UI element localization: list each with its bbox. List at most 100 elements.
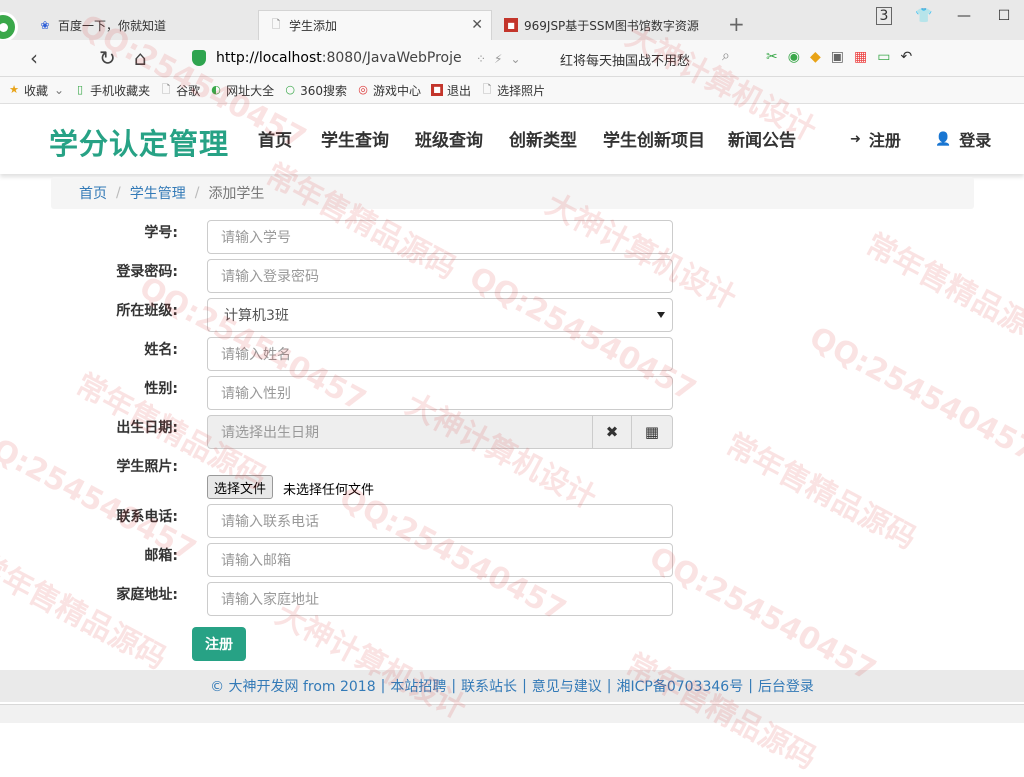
- register-submit-button[interactable]: 注册: [192, 627, 246, 661]
- tab-student-add[interactable]: 🗋 学生添加 ✕: [258, 10, 492, 40]
- password-input[interactable]: 请输入登录密码: [207, 259, 673, 293]
- breadcrumb-separator: /: [116, 185, 121, 201]
- browser-search-field[interactable]: 红将每天抽国战不用愁: [560, 50, 690, 69]
- bookmark-mobile[interactable]: ▯ 手机收藏夹: [74, 82, 150, 99]
- new-tab-icon[interactable]: +: [728, 12, 745, 36]
- phone-label: 联系电话:: [116, 509, 178, 525]
- bookmark-select-photo[interactable]: 🗋 选择照片: [481, 82, 545, 99]
- footer-divider: |: [380, 678, 386, 694]
- page-icon: 🗋: [271, 18, 281, 31]
- nav-innovation-project[interactable]: 学生创新项目: [603, 126, 705, 151]
- bookmark-favorites[interactable]: ★ 收藏 ⌄: [8, 82, 64, 99]
- reload-icon[interactable]: ↻: [99, 46, 116, 70]
- tab-label: 969JSP基于SSM图书馆数字资源: [524, 18, 699, 33]
- game-center-icon: ◎: [358, 83, 368, 96]
- site-footer: © 大神开发网 from 2018 | 本站招聘 | 联系站长 | 意见与建议 …: [0, 670, 1024, 702]
- user-icon: 👤: [935, 131, 952, 147]
- birthday-input[interactable]: 请选择出生日期: [207, 415, 593, 449]
- address-input[interactable]: 请输入家庭地址: [207, 582, 673, 616]
- bookmark-logout[interactable]: ■ 退出: [431, 82, 471, 99]
- class-select-value: 计算机3班: [224, 308, 289, 324]
- sign-in-icon: ➜: [850, 131, 861, 147]
- class-select[interactable]: 计算机3班: [207, 298, 673, 332]
- choose-file-button[interactable]: 选择文件: [207, 475, 274, 499]
- footer-link-contact[interactable]: 联系站长: [461, 676, 517, 696]
- secure-shield-icon: [192, 50, 206, 66]
- logout-favicon-icon: ■: [431, 84, 444, 96]
- birthday-picker: 请选择出生日期 ✖ ▦: [207, 415, 673, 449]
- name-input[interactable]: 请输入姓名: [207, 337, 673, 371]
- apps-icon[interactable]: ▦: [854, 49, 867, 65]
- close-icon[interactable]: ✕: [471, 17, 483, 33]
- battery-icon[interactable]: ▭: [877, 49, 890, 65]
- search-360-icon: ○: [285, 83, 295, 96]
- breadcrumb-home[interactable]: 首页: [79, 183, 107, 203]
- maximize-icon[interactable]: ☐: [984, 8, 1024, 24]
- caret-down-icon: [657, 312, 665, 318]
- site-brand[interactable]: 学分认定管理: [49, 121, 229, 163]
- game-icon[interactable]: ▣: [831, 49, 844, 65]
- clear-date-icon[interactable]: ✖: [592, 415, 632, 449]
- bookmark-360-search[interactable]: ○ 360搜索: [284, 82, 347, 99]
- page-icon: 🗋: [482, 83, 492, 96]
- gender-input[interactable]: 请输入性别: [207, 376, 673, 410]
- breadcrumb: 首页 / 学生管理 / 添加学生: [51, 177, 974, 209]
- back-icon[interactable]: ‹: [30, 46, 38, 70]
- login-link[interactable]: 👤 登录: [935, 127, 991, 151]
- home-icon[interactable]: ⌂: [134, 46, 147, 70]
- site-favicon-icon: ■: [504, 18, 518, 32]
- phone-input[interactable]: 请输入联系电话: [207, 504, 673, 538]
- minimize-icon[interactable]: —: [944, 8, 984, 24]
- student-no-label: 学号:: [144, 225, 178, 241]
- extension-icons: ✂ ◉ ◆ ▣ ▦ ▭ ↶: [766, 49, 912, 65]
- baidu-paw-icon: ❀: [40, 18, 50, 32]
- site-navbar: 学分认定管理 首页 学生查询 班级查询 创新类型 学生创新项目 新闻公告 ➜ 注册…: [0, 104, 1024, 174]
- window-controls: 3 👕 — ☐: [864, 7, 1024, 25]
- class-label: 所在班级:: [116, 303, 178, 319]
- translate-icon[interactable]: ◉: [788, 49, 800, 65]
- nav-innovation-type[interactable]: 创新类型: [509, 126, 577, 151]
- browser-status-bar: [0, 704, 1024, 723]
- calendar-icon[interactable]: ▦: [631, 415, 673, 449]
- tab-count-icon[interactable]: 3: [864, 7, 904, 25]
- star-icon: ★: [9, 83, 19, 96]
- nav-news[interactable]: 新闻公告: [728, 126, 796, 151]
- undo-icon[interactable]: ↶: [900, 49, 912, 65]
- globe-icon: ◐: [211, 83, 221, 96]
- address-bar-row: ‹ ↻ ⌂ http://localhost:8080/JavaWebProje…: [0, 40, 1024, 77]
- browser-logo-icon: [0, 12, 18, 42]
- address-label: 家庭地址:: [116, 587, 178, 603]
- scissors-icon[interactable]: ✂: [766, 49, 778, 65]
- email-input[interactable]: 请输入邮箱: [207, 543, 673, 577]
- footer-link-icp[interactable]: 湘ICP备0703346号: [617, 676, 744, 696]
- breadcrumb-student-management[interactable]: 学生管理: [130, 183, 186, 203]
- footer-copyright[interactable]: © 大神开发网 from 2018: [210, 676, 376, 696]
- watermark-text: 常年售精品源码: [719, 427, 922, 557]
- password-label: 登录密码:: [116, 264, 178, 280]
- coupon-icon[interactable]: ◆: [810, 49, 821, 65]
- tab-label: 百度一下，你就知道: [58, 18, 167, 33]
- breadcrumb-current: 添加学生: [208, 186, 265, 202]
- footer-divider: |: [606, 678, 612, 694]
- url-host: http://localhost: [216, 50, 322, 66]
- birthday-label: 出生日期:: [116, 420, 178, 436]
- footer-link-admin-login[interactable]: 后台登录: [758, 676, 814, 696]
- student-no-input[interactable]: 请输入学号: [207, 220, 673, 254]
- bookmark-games[interactable]: ◎ 游戏中心: [357, 82, 421, 99]
- footer-link-jobs[interactable]: 本站招聘: [390, 676, 446, 696]
- nav-home[interactable]: 首页: [258, 126, 292, 151]
- nav-student-query[interactable]: 学生查询: [321, 126, 389, 151]
- nav-class-query[interactable]: 班级查询: [415, 126, 483, 151]
- footer-divider: |: [748, 678, 753, 694]
- shirt-skin-icon[interactable]: 👕: [904, 8, 944, 24]
- tab-baidu[interactable]: ❀ 百度一下，你就知道: [28, 10, 256, 40]
- register-link[interactable]: ➜ 注册: [850, 127, 901, 151]
- bookmark-site-directory[interactable]: ◐ 网址大全: [210, 82, 274, 99]
- qr-lightning-icons[interactable]: ⁘⚡⌄: [476, 52, 529, 66]
- tab-library[interactable]: ■ 969JSP基于SSM图书馆数字资源: [494, 10, 708, 40]
- file-status: 未选择任何文件: [283, 483, 375, 498]
- bookmark-google[interactable]: 🗋 谷歌: [160, 82, 200, 99]
- search-icon[interactable]: ⌕: [722, 48, 730, 64]
- footer-divider: |: [451, 678, 457, 694]
- footer-link-feedback[interactable]: 意见与建议: [532, 676, 602, 696]
